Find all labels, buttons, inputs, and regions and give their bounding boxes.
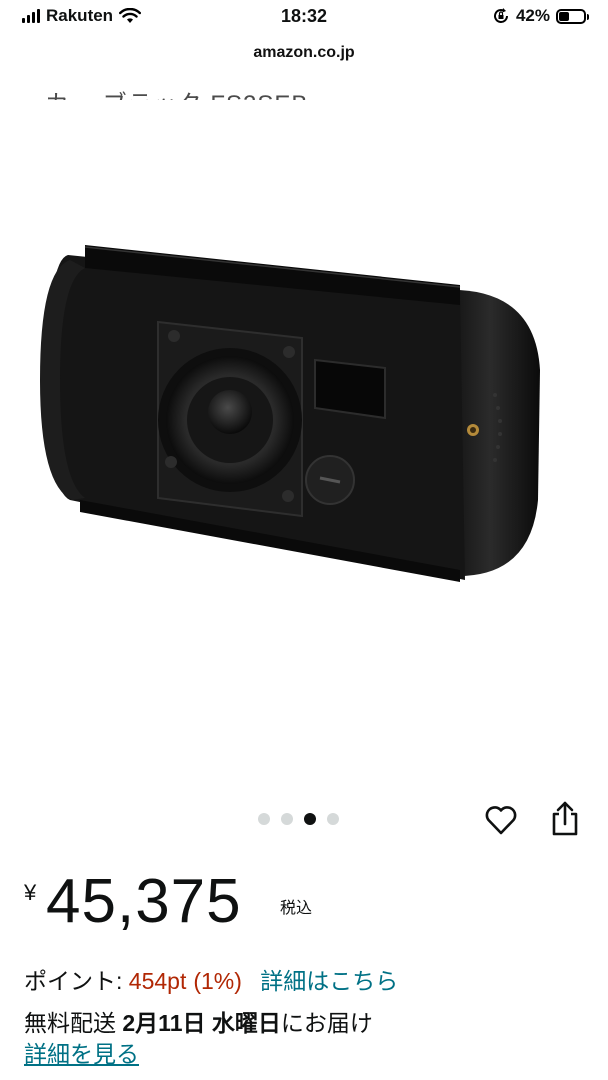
product-title: ーカー ブラック FS2SEB — [20, 70, 580, 100]
battery-icon — [556, 8, 589, 24]
battery-percent: 42% — [515, 6, 550, 25]
points-percent: (1%) — [193, 968, 242, 994]
product-title-text: ーカー ブラック FS2SEB — [20, 84, 308, 100]
share-icon[interactable] — [548, 800, 582, 838]
tax-included-label: 税込 — [280, 900, 313, 917]
heart-icon[interactable] — [483, 802, 519, 838]
delivery-row: 無料配送 2月11日 水曜日にお届け — [24, 1004, 373, 1038]
image-carousel-dots[interactable] — [258, 813, 339, 825]
price-amount: 45,375 — [46, 867, 242, 936]
status-bar: Rakuten 18:32 42% — [0, 0, 608, 34]
carousel-dot[interactable] — [304, 813, 316, 825]
orientation-lock-icon — [494, 8, 508, 23]
carousel-dot[interactable] — [327, 813, 339, 825]
delivery-details-link[interactable]: 詳細を見る — [24, 1035, 139, 1069]
currency-symbol: ¥ — [24, 880, 37, 905]
carousel-dot[interactable] — [258, 813, 270, 825]
speaker-product-image[interactable] — [40, 230, 560, 630]
points-details-link[interactable]: 詳細はこちら — [260, 968, 398, 994]
status-right: 42% — [492, 6, 589, 26]
delivery-suffix: にお届け — [280, 1010, 373, 1036]
delivery-prefix: 無料配送 — [24, 1010, 123, 1036]
delivery-date: 2月11日 水曜日 — [122, 1010, 281, 1036]
points-label: ポイント: — [24, 968, 129, 994]
url-bar[interactable]: amazon.co.jp — [0, 44, 608, 62]
points-row: ポイント: 454pt (1%) 詳細はこちら — [24, 962, 398, 996]
points-value: 454pt — [128, 968, 187, 994]
carousel-dot[interactable] — [281, 813, 293, 825]
